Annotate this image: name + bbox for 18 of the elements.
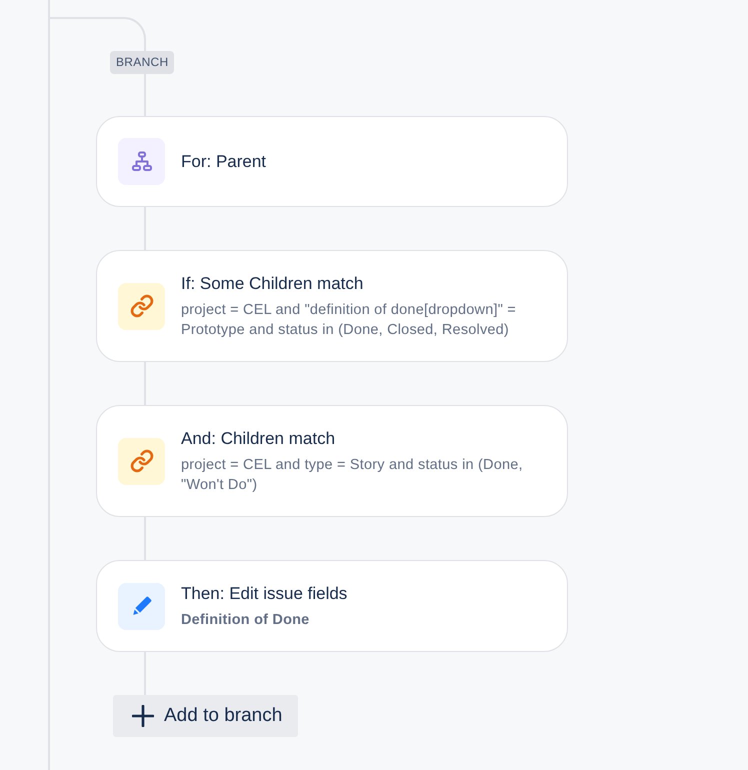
hierarchy-icon (118, 138, 165, 185)
pencil-icon (118, 582, 165, 630)
step-card[interactable]: And: Children match project = CEL and type = Story and status in (Done, "Won't Do") (96, 405, 568, 517)
step-card[interactable]: If: Some Children match project = CEL and "definition of done[dropdown]" = Prototype and status in (Done, Closed, Resolved) (96, 250, 568, 362)
step-query: project = CEL and "definition of done[dropdown]" = Prototype and status in (Done, Closed, Resolved) (181, 301, 517, 340)
branch-tag: BRANCH (110, 51, 174, 74)
step-title: And: Children match (181, 428, 336, 450)
step-card[interactable]: For: Parent (96, 116, 568, 207)
link-icon (118, 438, 165, 484)
step-title: For: Parent (181, 150, 268, 172)
add-to-branch-button[interactable]: Add to branch (113, 695, 298, 737)
step-card[interactable]: Then: Edit issue fields Definition of Done (96, 560, 568, 652)
link-icon (118, 282, 165, 330)
step-title: If: Some Children match (181, 273, 364, 295)
plus-icon (132, 705, 154, 727)
field-name: Definition of Done (181, 611, 310, 630)
step-query: project = CEL and type = Story and status in (Done, "Won't Do") (181, 456, 524, 495)
step-title: Then: Edit issue fields (181, 583, 348, 605)
